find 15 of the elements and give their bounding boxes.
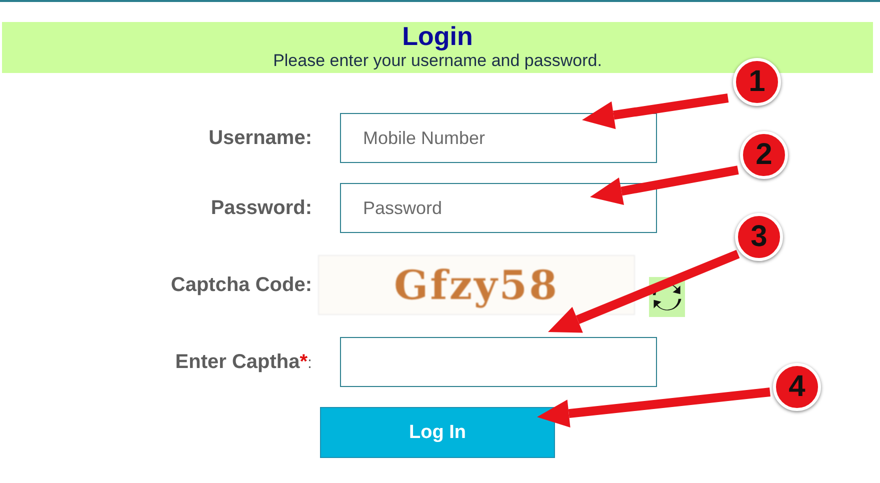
field-label: Username:: [208, 126, 312, 150]
input-field[interactable]: Mobile Number: [340, 113, 657, 163]
login-title: Login: [402, 22, 473, 50]
field-label: Password:: [210, 196, 312, 220]
field-label: Captcha Code:: [170, 274, 312, 296]
input-field[interactable]: Password: [340, 183, 657, 233]
number-badge: 4: [773, 363, 821, 411]
number-badge: 2: [740, 131, 788, 179]
captcha-image: Gfzy58: [318, 255, 635, 315]
number-badge: 1: [733, 58, 781, 106]
input-field[interactable]: [340, 337, 657, 387]
number-badge: 3: [735, 213, 783, 261]
login-button[interactable]: Log In: [320, 407, 555, 458]
login-subtitle: Please enter your username and password.: [273, 50, 602, 72]
field-label: Enter Captha*:: [175, 350, 312, 374]
